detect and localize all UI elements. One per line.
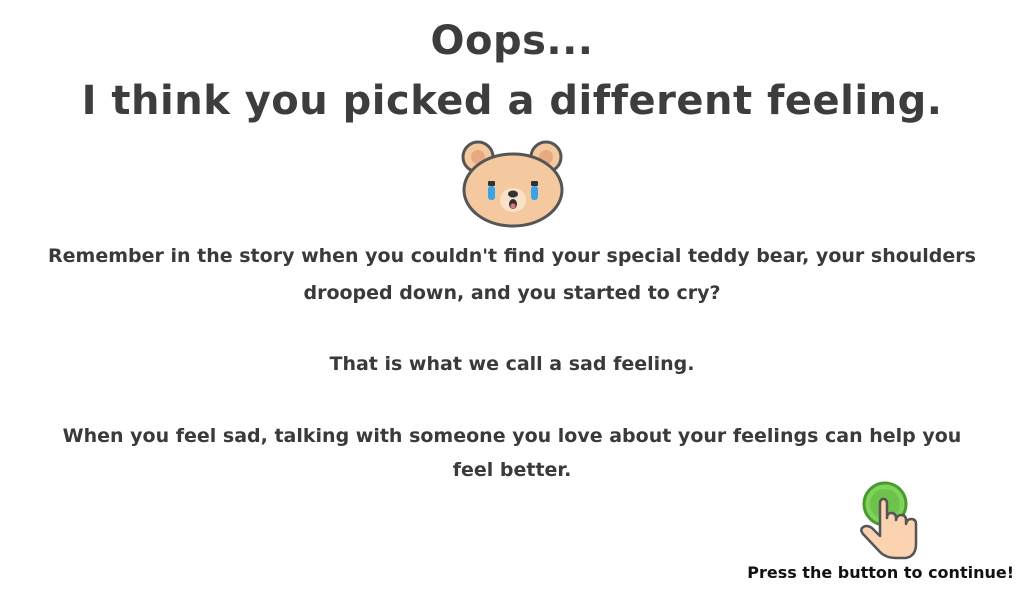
sad-feeling-text: That is what we call a sad feeling. xyxy=(329,353,695,375)
crying-bear-icon xyxy=(461,140,564,228)
story-reminder-text: Remember in the story when you couldn't … xyxy=(48,245,976,304)
page-title-oops: Oops... xyxy=(430,18,594,64)
page-subtitle: I think you picked a different feeling. xyxy=(81,78,943,124)
coping-advice-text: When you feel sad, talking with someone … xyxy=(62,425,962,481)
tear-left xyxy=(488,186,495,200)
feedback-screen: Oops... I think you picked a different f… xyxy=(0,0,1024,600)
continue-instruction-label: Press the button to continue! xyxy=(747,563,1014,582)
continue-button[interactable] xyxy=(856,480,922,564)
tear-right xyxy=(531,186,538,200)
